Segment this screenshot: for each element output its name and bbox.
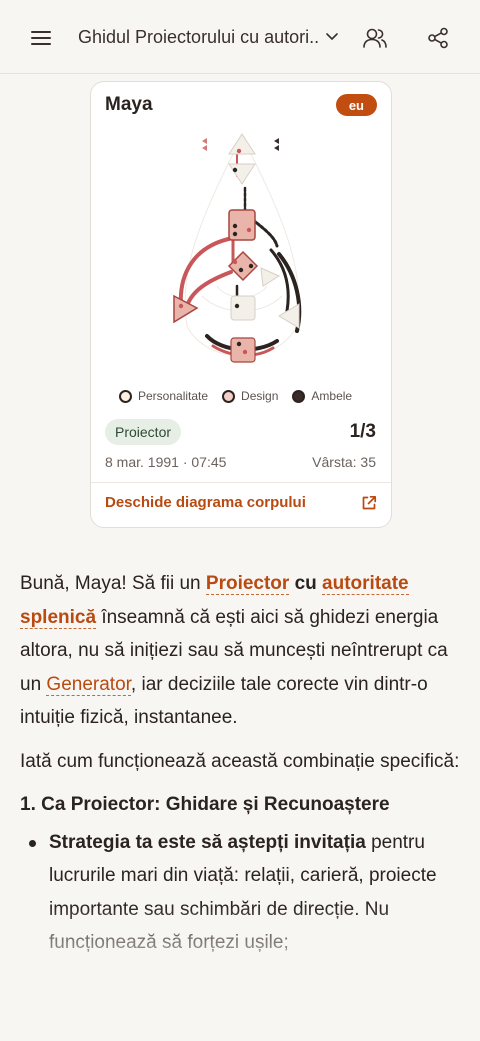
people-icon: [363, 28, 387, 48]
legend-dot-both: [292, 389, 306, 403]
age-label: Vârsta: 35: [312, 454, 376, 470]
external-link-icon[interactable]: [361, 495, 377, 511]
root-center: [230, 337, 256, 363]
bodygraph-centers: [173, 133, 300, 363]
legend-item-design: Design: [222, 389, 278, 403]
legend-dot-personality: [119, 389, 132, 403]
share-icon: [428, 27, 448, 49]
people-button[interactable]: [355, 18, 395, 58]
message-paragraph-2: Iată cum funcționează această combinație…: [20, 750, 460, 772]
legend-item-personality: Personalitate: [119, 389, 208, 403]
type-badge: Proiector: [105, 419, 182, 445]
design-channels: [178, 149, 275, 357]
sacral-center: [230, 295, 256, 321]
legend-label-personality: Personalitate: [138, 389, 209, 403]
chart-legend: Personalitate Design Ambele: [119, 389, 366, 403]
profile-value: 1/3: [349, 421, 376, 442]
bullet1-bold: Strategia ta este să aștepți invitația: [49, 831, 366, 853]
app-header: Ghidul Proiectorului cu autori...: [0, 0, 480, 74]
menu-button[interactable]: [21, 18, 61, 58]
person-name: Maya: [105, 94, 153, 115]
term-generator[interactable]: Generator: [46, 673, 131, 696]
card-divider: [91, 482, 391, 483]
head-center: [228, 133, 256, 155]
conversation-title: Ghidul Proiectorului cu autori...: [78, 26, 318, 47]
legend-label-both: Ambele: [311, 389, 353, 403]
section-heading-1: 1. Ca Proiector: Ghidare și Recunoaștere: [20, 794, 390, 815]
chevron-down-icon: [326, 33, 338, 40]
message-paragraph-1: Bună, Maya! Să fii un Proiector cu autor…: [20, 567, 460, 735]
bodygraph-card[interactable]: Maya eu Personalitate Design Ambele Proi…: [90, 81, 392, 528]
birth-datetime: 8 mar. 1991 · 07:45: [105, 454, 227, 470]
share-button[interactable]: [418, 18, 458, 58]
ajna-center: [228, 163, 256, 185]
legend-label-design: Design: [241, 389, 279, 403]
term-projector[interactable]: Proiector: [205, 573, 290, 595]
p1-intro: Bună, Maya! Să fii un: [20, 573, 206, 594]
menu-icon: [31, 31, 51, 45]
assistant-message: Bună, Maya! Să fii un Proiector cu autor…: [20, 567, 460, 960]
legend-dot-design: [222, 389, 236, 403]
throat-center: [228, 209, 256, 241]
bodygraph-chart: [173, 133, 302, 363]
self-badge: eu: [335, 94, 377, 116]
conversation-title-dropdown[interactable]: Ghidul Proiectorului cu autori...: [78, 24, 338, 50]
legend-item-both: Ambele: [292, 389, 352, 403]
p1-mid1: cu: [289, 573, 323, 594]
solar-plexus-center: [278, 303, 300, 329]
heart-center: [260, 267, 281, 287]
content-fade-overlay: [0, 905, 480, 1041]
open-bodygraph-link[interactable]: Deschide diagrama corpului: [105, 494, 306, 511]
